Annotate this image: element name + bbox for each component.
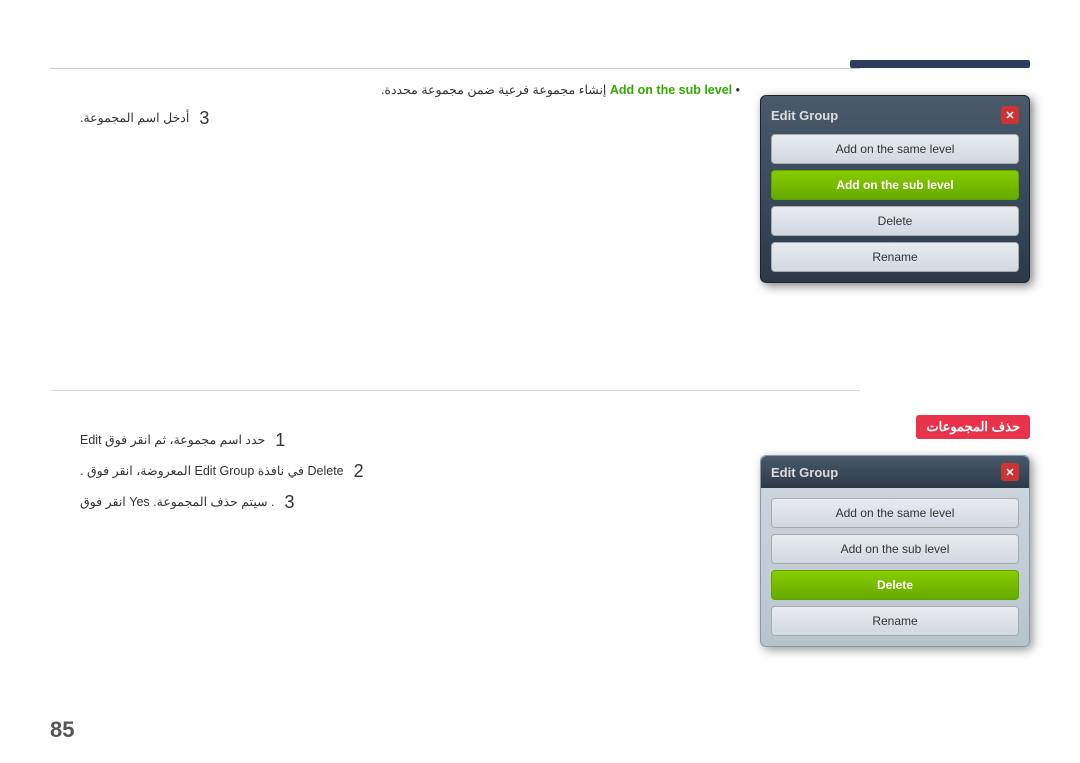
dialog-bottom-header: Edit Group ✕ (761, 456, 1029, 488)
bottom-step2-row: 2 Delete في نافذة Edit Group المعروضة، ا… (80, 461, 740, 482)
rename-btn-top[interactable]: Rename (771, 242, 1019, 272)
step2-link: Delete (307, 464, 343, 478)
top-accent-bar (850, 60, 1030, 68)
top-instruction-text: إنشاء مجموعة فرعية ضمن مجموعة محددة. (381, 83, 606, 97)
step3-number-b: 3 (285, 492, 305, 513)
step1-main: حدد اسم مجموعة، ثم انقر فوق (105, 433, 265, 447)
dialog-bottom-title: Edit Group (771, 465, 838, 480)
step2-number: 2 (354, 461, 374, 482)
dialog-top-title: Edit Group (771, 108, 838, 123)
step3-number: 3 (199, 108, 219, 129)
step3-text-b: . سيتم حذف المجموعة. Yes انقر فوق (80, 492, 275, 512)
bullet: • (732, 83, 740, 97)
delete-btn-bottom[interactable]: Delete (771, 570, 1019, 600)
step2-main: في نافذة Edit Group المعروضة، انقر فوق (87, 464, 304, 478)
step2-dot: . (80, 464, 83, 478)
section-badge: حذف المجموعات (916, 415, 1030, 439)
add-same-level-btn-top[interactable]: Add on the same level (771, 134, 1019, 164)
add-same-level-btn-bottom[interactable]: Add on the same level (771, 498, 1019, 528)
dialog-bottom-close-button[interactable]: ✕ (1001, 463, 1019, 481)
edit-group-dialog-bottom: Edit Group ✕ Add on the same level Add o… (760, 455, 1030, 647)
step1-text: حدد اسم مجموعة، ثم انقر فوق Edit (80, 430, 265, 450)
dialog-top-header: Edit Group ✕ (771, 106, 1019, 124)
step1-number: 1 (275, 430, 295, 451)
top-divider-line (50, 68, 860, 69)
step3-main: انقر فوق (80, 495, 126, 509)
step3-link: Yes (129, 495, 149, 509)
mid-divider-line (50, 390, 860, 391)
top-content-area: • Add on the sub level إنشاء مجموعة فرعي… (80, 80, 740, 139)
delete-btn-top[interactable]: Delete (771, 206, 1019, 236)
step1-link: Edit (80, 433, 102, 447)
top-instruction: • Add on the sub level إنشاء مجموعة فرعي… (80, 80, 740, 100)
add-sub-level-label: Add on the sub level (610, 83, 732, 97)
rename-btn-bottom[interactable]: Rename (771, 606, 1019, 636)
bottom-content-area: 1 حدد اسم مجموعة، ثم انقر فوق Edit 2 Del… (80, 430, 740, 523)
bottom-step1-row: 1 حدد اسم مجموعة، ثم انقر فوق Edit (80, 430, 740, 451)
add-sub-level-btn-bottom[interactable]: Add on the sub level (771, 534, 1019, 564)
step3-suffix: . سيتم حذف المجموعة. (153, 495, 274, 509)
page-number: 85 (50, 717, 74, 743)
top-step3-row: 3 أدخل اسم المجموعة. (80, 108, 740, 129)
step2-text: Delete في نافذة Edit Group المعروضة، انق… (80, 461, 344, 481)
bottom-step3-row: 3 . سيتم حذف المجموعة. Yes انقر فوق (80, 492, 740, 513)
dialog-top-close-button[interactable]: ✕ (1001, 106, 1019, 124)
add-sub-level-btn-top[interactable]: Add on the sub level (771, 170, 1019, 200)
step3-text: أدخل اسم المجموعة. (80, 108, 189, 128)
edit-group-dialog-top: Edit Group ✕ Add on the same level Add o… (760, 95, 1030, 283)
